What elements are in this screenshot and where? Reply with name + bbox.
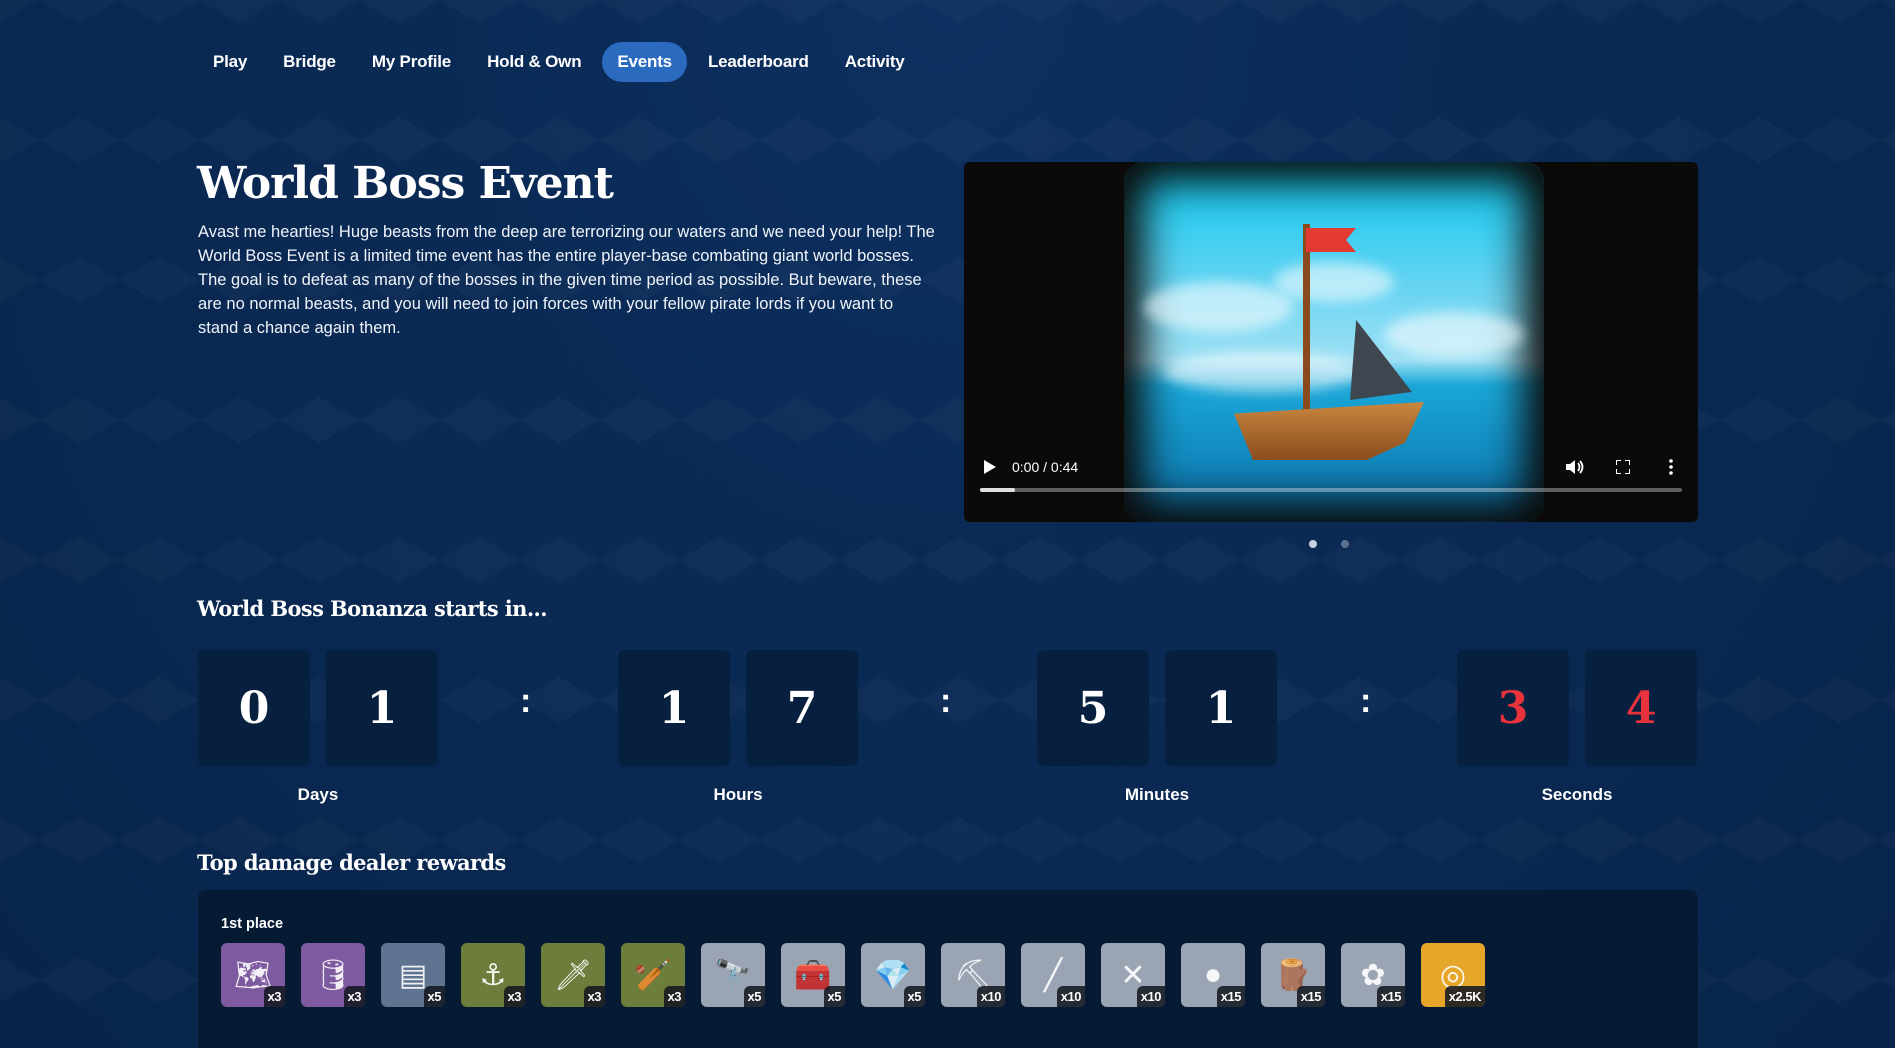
video-time: 0:00 / 0:44: [1012, 459, 1079, 475]
video-progress-fill: [980, 488, 1016, 492]
reward-quantity: x10: [1056, 986, 1085, 1007]
reward-item[interactable]: ✕ x10: [1101, 943, 1165, 1007]
reward-item[interactable]: 🛢 x3: [301, 943, 365, 1007]
seconds-digit-1: 3: [1457, 650, 1569, 766]
reward-quantity: x15: [1216, 986, 1245, 1007]
reward-quantity: x5: [743, 986, 765, 1007]
carousel-dots: [1309, 540, 1349, 548]
reward-item[interactable]: 🪵 x15: [1261, 943, 1325, 1007]
nav-activity[interactable]: Activity: [830, 42, 920, 82]
hours-digit-2: 7: [746, 650, 858, 766]
reward-quantity: x15: [1296, 986, 1325, 1007]
colon-separator: :: [940, 682, 952, 720]
ship-mast: [1303, 224, 1310, 414]
video-controls: 0:00 / 0:44: [978, 454, 1684, 504]
carousel-dot-2[interactable]: [1341, 540, 1349, 548]
reward-item[interactable]: ◎ x2.5K: [1421, 943, 1485, 1007]
rewards-title: Top damage dealer rewards: [197, 850, 506, 875]
reward-item[interactable]: 🏏 x3: [621, 943, 685, 1007]
reward-quantity: x5: [823, 986, 845, 1007]
minutes-digit-1: 5: [1037, 650, 1149, 766]
reward-quantity: x3: [583, 986, 605, 1007]
reward-quantity: x5: [903, 986, 925, 1007]
reward-item[interactable]: ╱ x10: [1021, 943, 1085, 1007]
minutes-label: Minutes: [1124, 785, 1190, 804]
event-description: Avast me hearties! Huge beasts from the …: [198, 223, 935, 337]
reward-item[interactable]: 🧰 x5: [781, 943, 845, 1007]
reward-item[interactable]: 🗡 x3: [541, 943, 605, 1007]
reward-quantity: x3: [343, 986, 365, 1007]
reward-item[interactable]: ▤ x5: [381, 943, 445, 1007]
event-title: World Boss Event: [197, 158, 614, 209]
seconds-label: Seconds: [1541, 785, 1613, 804]
reward-quantity: x3: [663, 986, 685, 1007]
colon-separator: :: [520, 682, 532, 720]
nav-leaderboard[interactable]: Leaderboard: [693, 42, 824, 82]
nav-play[interactable]: Play: [198, 42, 262, 82]
nav-hold-own[interactable]: Hold & Own: [472, 42, 596, 82]
fullscreen-icon[interactable]: [1610, 454, 1636, 480]
reward-items: 🗺 x3 🛢 x3 ▤ x5 ⚓ x3 🗡 x3 🏏 x3 🔭 x5 🧰 x5 💎 x5 ⛏ x10 ╱ x10 ✕ x10 ●…: [221, 943, 1485, 1007]
more-options-icon[interactable]: [1658, 454, 1684, 480]
nav-events[interactable]: Events: [602, 42, 687, 82]
reward-quantity: x2.5K: [1444, 986, 1485, 1007]
days-digit-1: 0: [198, 650, 310, 766]
reward-quantity: x10: [1136, 986, 1165, 1007]
nav-bridge[interactable]: Bridge: [268, 42, 351, 82]
reward-quantity: x5: [423, 986, 445, 1007]
carousel-dot-1[interactable]: [1309, 540, 1317, 548]
plank-icon: ▤: [398, 958, 428, 992]
reward-item[interactable]: 💎 x5: [861, 943, 925, 1007]
countdown-title: World Boss Bonanza starts in...: [197, 596, 548, 621]
reward-item[interactable]: 🗺 x3: [221, 943, 285, 1007]
hours-label: Hours: [713, 785, 763, 804]
main-nav: Play Bridge My Profile Hold & Own Events…: [198, 42, 920, 82]
reward-item[interactable]: ✿ x15: [1341, 943, 1405, 1007]
minutes-digit-2: 1: [1165, 650, 1277, 766]
video-player[interactable]: 0:00 / 0:44: [964, 162, 1698, 522]
volume-icon[interactable]: [1562, 454, 1588, 480]
rewards-panel: 1st place 🗺 x3 🛢 x3 ▤ x5 ⚓ x3 🗡 x3 🏏 x3 🔭 x5 🧰 x5 💎 x5 ⛏ x1…: [198, 890, 1698, 1048]
hours-digit-1: 1: [618, 650, 730, 766]
play-icon[interactable]: [978, 455, 1002, 479]
nav-my-profile[interactable]: My Profile: [357, 42, 466, 82]
place-label: 1st place: [221, 916, 284, 932]
reward-item[interactable]: 🔭 x5: [701, 943, 765, 1007]
reward-item[interactable]: ⛏ x10: [941, 943, 1005, 1007]
colon-separator: :: [1360, 682, 1372, 720]
days-digit-2: 1: [326, 650, 438, 766]
reward-quantity: x10: [976, 986, 1005, 1007]
reward-quantity: x15: [1376, 986, 1405, 1007]
grapple-icon: ⚓: [479, 958, 507, 992]
reward-quantity: x3: [503, 986, 525, 1007]
reward-quantity: x3: [263, 986, 285, 1007]
reward-item[interactable]: ⚓ x3: [461, 943, 525, 1007]
seconds-digit-2: 4: [1585, 650, 1697, 766]
days-label: Days: [297, 785, 339, 804]
reward-item[interactable]: ● x15: [1181, 943, 1245, 1007]
video-progress-bar[interactable]: [980, 488, 1682, 492]
